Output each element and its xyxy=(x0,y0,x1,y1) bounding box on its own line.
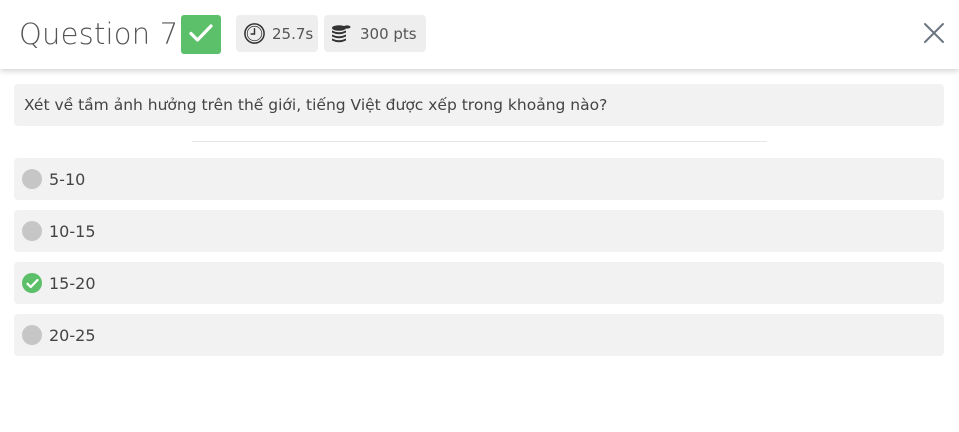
answer-option[interactable]: 5-10 xyxy=(14,158,944,200)
answer-option[interactable]: 20-25 xyxy=(14,314,944,356)
points-value: 300 pts xyxy=(360,24,417,43)
clock-icon xyxy=(243,22,266,45)
question-header: Question 7 25.7s 300 pts xyxy=(0,0,959,69)
answer-option[interactable]: 10-15 xyxy=(14,210,944,252)
answer-option-label: 10-15 xyxy=(49,221,96,241)
divider xyxy=(192,141,767,142)
question-text: Xét về tầm ảnh hưởng trên thế giới, tiến… xyxy=(24,96,608,114)
close-icon[interactable] xyxy=(923,22,945,48)
answer-option-label: 5-10 xyxy=(49,169,86,189)
check-circle-icon[interactable] xyxy=(22,273,42,293)
checkmark-icon xyxy=(189,23,213,47)
points-pill: 300 pts xyxy=(324,15,426,52)
coins-icon xyxy=(330,23,352,45)
answer-option-label: 20-25 xyxy=(49,325,96,345)
answer-option-selected[interactable]: 15-20 xyxy=(14,262,944,304)
question-title: Question 7 xyxy=(19,17,179,51)
question-text-box: Xét về tầm ảnh hưởng trên thế giới, tiến… xyxy=(14,84,944,126)
time-pill: 25.7s xyxy=(236,15,318,52)
correct-badge xyxy=(181,15,221,54)
time-value: 25.7s xyxy=(272,24,314,43)
answer-option-label: 15-20 xyxy=(49,273,96,293)
radio-unselected-icon[interactable] xyxy=(22,325,42,345)
radio-unselected-icon[interactable] xyxy=(22,169,42,189)
radio-unselected-icon[interactable] xyxy=(22,221,42,241)
close-button[interactable] xyxy=(921,22,947,48)
